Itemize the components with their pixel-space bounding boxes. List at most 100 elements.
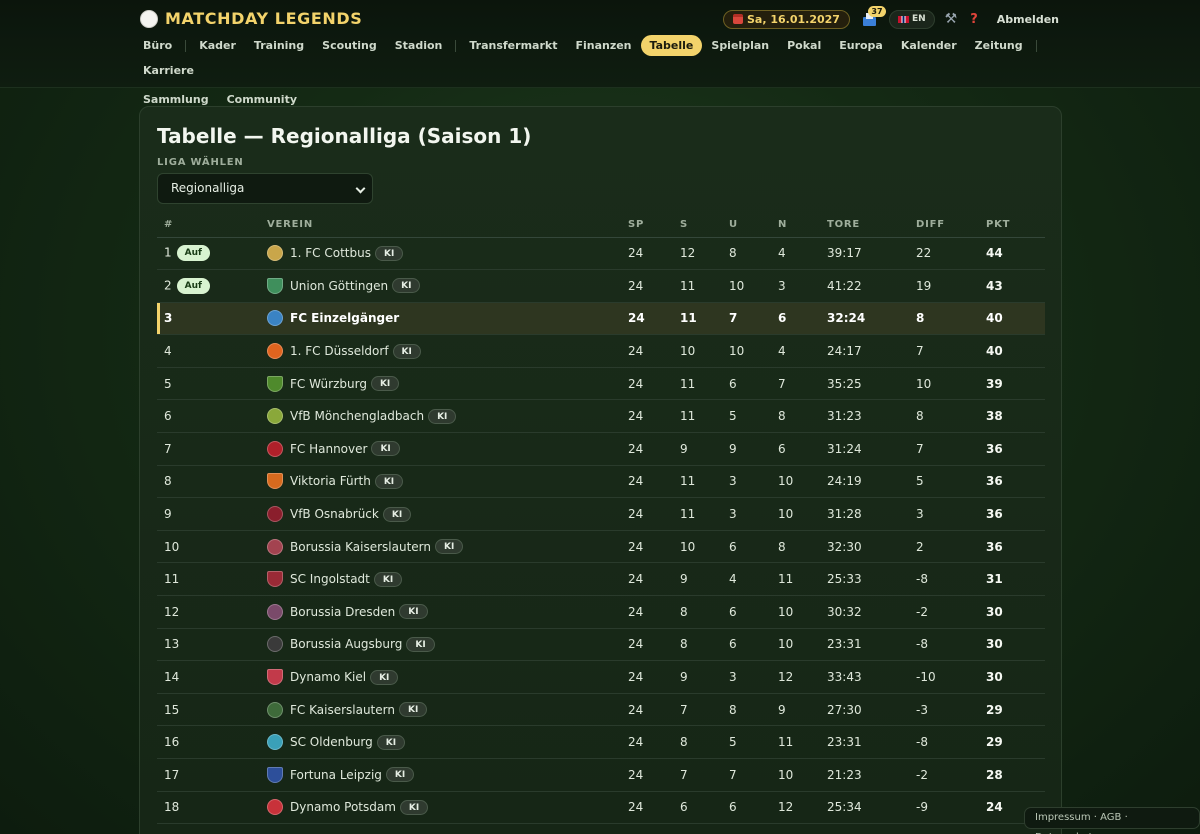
nav-separator (185, 40, 187, 52)
s-cell: 12 (673, 237, 722, 271)
club-name[interactable]: Borussia Kaiserslautern (290, 540, 431, 554)
help-icon[interactable]: ? (970, 12, 978, 27)
league-select[interactable]: Regionalliga (157, 173, 373, 204)
club-name[interactable]: FC Hannover (290, 442, 367, 456)
column-header-verein[interactable]: VEREIN (260, 213, 621, 238)
rank-cell: 2 Auf (157, 269, 260, 303)
nav-item-pokal[interactable]: Pokal (778, 35, 830, 56)
club-name[interactable]: 1. FC Cottbus (290, 246, 371, 260)
column-header-u[interactable]: U (722, 213, 771, 238)
column-header-pkt[interactable]: PKT (979, 213, 1045, 238)
logout-link[interactable]: Abmelden (997, 13, 1059, 26)
sp-cell: 24 (621, 693, 673, 727)
column-header-sp[interactable]: SP (621, 213, 673, 238)
date-pill[interactable]: Sa, 16.01.2027 (723, 9, 850, 29)
tore-cell: 31:28 (820, 497, 909, 531)
nav-item-europa[interactable]: Europa (830, 35, 892, 56)
brand-logo[interactable]: MATCHDAY LEGENDS (140, 9, 362, 28)
column-header-n[interactable]: N (771, 213, 820, 238)
club-name[interactable]: Borussia Augsburg (290, 637, 402, 651)
table-row[interactable]: 10 Borussia Kaiserslautern KI 24 10 6 8 32:30 2 3… (157, 530, 1045, 564)
club-crest-icon (267, 799, 283, 816)
rank-cell: 8 (157, 465, 260, 499)
nav-item-kalender[interactable]: Kalender (892, 35, 966, 56)
club-name[interactable]: FC Einzelgänger (290, 311, 399, 325)
nav-item-spielplan[interactable]: Spielplan (702, 35, 778, 56)
ai-club-badge: KI (376, 734, 406, 750)
club-name[interactable]: 1. FC Düsseldorf (290, 344, 389, 358)
pkt-cell: 30 (979, 660, 1045, 694)
club-cell: Borussia Kaiserslautern KI (260, 530, 621, 564)
club-name[interactable]: SC Ingolstadt (290, 572, 370, 586)
club-wrapper: Dynamo Potsdam KI (267, 799, 621, 816)
nav-item-stadion[interactable]: Stadion (386, 35, 452, 56)
club-wrapper: Viktoria Fürth KI (267, 473, 621, 490)
rank-cell: 11 (157, 562, 260, 597)
column-header-rank[interactable]: # (157, 213, 260, 238)
rank-cell: 1 Auf (157, 237, 260, 271)
club-name[interactable]: SC Oldenburg (290, 735, 373, 749)
nav-item-finanzen[interactable]: Finanzen (566, 35, 640, 56)
pkt-cell: 43 (979, 269, 1045, 303)
uk-flag-icon (897, 15, 909, 23)
rank-cell: 7 (157, 432, 260, 466)
club-name[interactable]: VfB Osnabrück (290, 507, 379, 521)
club-cell: VfB Osnabrück KI (260, 497, 621, 531)
nav-item-zeitung[interactable]: Zeitung (966, 35, 1032, 56)
nav-item-transfermarkt[interactable]: Transfermarkt (460, 35, 566, 56)
table-row-own-club[interactable]: 3 FC Einzelgänger 24 11 7 6 32:24 8 40 (157, 302, 1045, 336)
ai-club-badge: KI (399, 799, 429, 815)
nav-item-tabelle[interactable]: Tabelle (640, 35, 703, 56)
club-name[interactable]: Fortuna Leipzig (290, 768, 382, 782)
table-row[interactable]: 5 FC Würzburg KI 24 11 6 7 35:25 10 39 (157, 367, 1045, 401)
nav-item-karriere[interactable]: Karriere (134, 60, 203, 81)
club-name[interactable]: Union Göttingen (290, 279, 388, 293)
tools-icon[interactable]: ⚒ (945, 11, 958, 27)
club-name[interactable]: Borussia Dresden (290, 605, 395, 619)
table-row[interactable]: 1 Auf 1. FC Cottbus KI 24 12 8 4 39:17 22 44 (157, 237, 1045, 271)
club-name[interactable]: Dynamo Potsdam (290, 800, 396, 814)
n-cell: 4 (771, 237, 820, 271)
footer-links[interactable]: Impressum · AGB · Datenschutz (1024, 807, 1200, 834)
club-name[interactable]: FC Kaiserslautern (290, 703, 395, 717)
table-row[interactable]: 8 Viktoria Fürth KI 24 11 3 10 24:19 5 36 (157, 465, 1045, 499)
table-row[interactable]: 12 Borussia Dresden KI 24 8 6 10 30:32 -2 30 (157, 595, 1045, 629)
table-row[interactable]: 17 Fortuna Leipzig KI 24 7 7 10 21:23 -2 28 (157, 758, 1045, 792)
ai-club-badge: KI (428, 408, 457, 424)
ai-club-badge: KI (382, 506, 412, 522)
nav-item-scouting[interactable]: Scouting (313, 35, 386, 56)
nav-item-büro[interactable]: Büro (134, 35, 181, 56)
diff-cell: -2 (909, 758, 979, 792)
table-row[interactable]: 15 FC Kaiserslautern KI 24 7 8 9 27:30 -3 29 (157, 693, 1045, 727)
table-row[interactable]: 4 1. FC Düsseldorf KI 24 10 10 4 24:17 7 40 (157, 334, 1045, 368)
club-wrapper: FC Hannover KI (267, 440, 621, 457)
nav-item-training[interactable]: Training (245, 35, 313, 56)
table-row[interactable]: 7 FC Hannover KI 24 9 9 6 31:24 7 36 (157, 432, 1045, 466)
tore-cell: 23:31 (820, 725, 909, 759)
table-row[interactable]: 9 VfB Osnabrück KI 24 11 3 10 31:28 3 36 (157, 497, 1045, 531)
column-header-diff[interactable]: DIFF (909, 213, 979, 238)
diff-cell: 7 (909, 432, 979, 466)
inbox-button[interactable]: 37 (862, 6, 886, 28)
club-name[interactable]: FC Würzburg (290, 377, 367, 391)
table-row[interactable]: 18 Dynamo Potsdam KI 24 6 6 12 25:34 -9 24 (157, 791, 1045, 825)
standings-card: Tabelle — Regionalliga (Saison 1) LIGA W… (139, 106, 1062, 834)
table-row[interactable]: 6 VfB Mönchengladbach KI 24 11 5 8 31:23 8 38 (157, 399, 1045, 434)
table-row[interactable]: 16 SC Oldenburg KI 24 8 5 11 23:31 -8 29 (157, 725, 1045, 759)
table-row[interactable]: 11 SC Ingolstadt KI 24 9 4 11 25:33 -8 31 (157, 562, 1045, 597)
club-name[interactable]: Viktoria Fürth (290, 474, 371, 488)
club-name[interactable]: Dynamo Kiel (290, 670, 366, 684)
table-row[interactable]: 13 Borussia Augsburg KI 24 8 6 10 23:31 -8 30 (157, 628, 1045, 662)
club-wrapper: SC Oldenburg KI (267, 734, 621, 751)
club-name[interactable]: VfB Mönchengladbach (290, 409, 424, 423)
table-row[interactable]: 14 Dynamo Kiel KI 24 9 3 12 33:43 -10 30 (157, 660, 1045, 694)
column-header-s[interactable]: S (673, 213, 722, 238)
language-switch[interactable]: EN (888, 9, 935, 29)
club-cell: 1. FC Düsseldorf KI (260, 334, 621, 368)
ai-club-badge: KI (385, 767, 415, 783)
table-row[interactable]: 2 Auf Union Göttingen KI 24 11 10 3 41:22 19 43 (157, 269, 1045, 303)
nav-item-kader[interactable]: Kader (190, 35, 245, 56)
u-cell: 4 (722, 562, 771, 597)
diff-cell: 10 (909, 367, 979, 401)
column-header-tore[interactable]: TORE (820, 213, 909, 238)
